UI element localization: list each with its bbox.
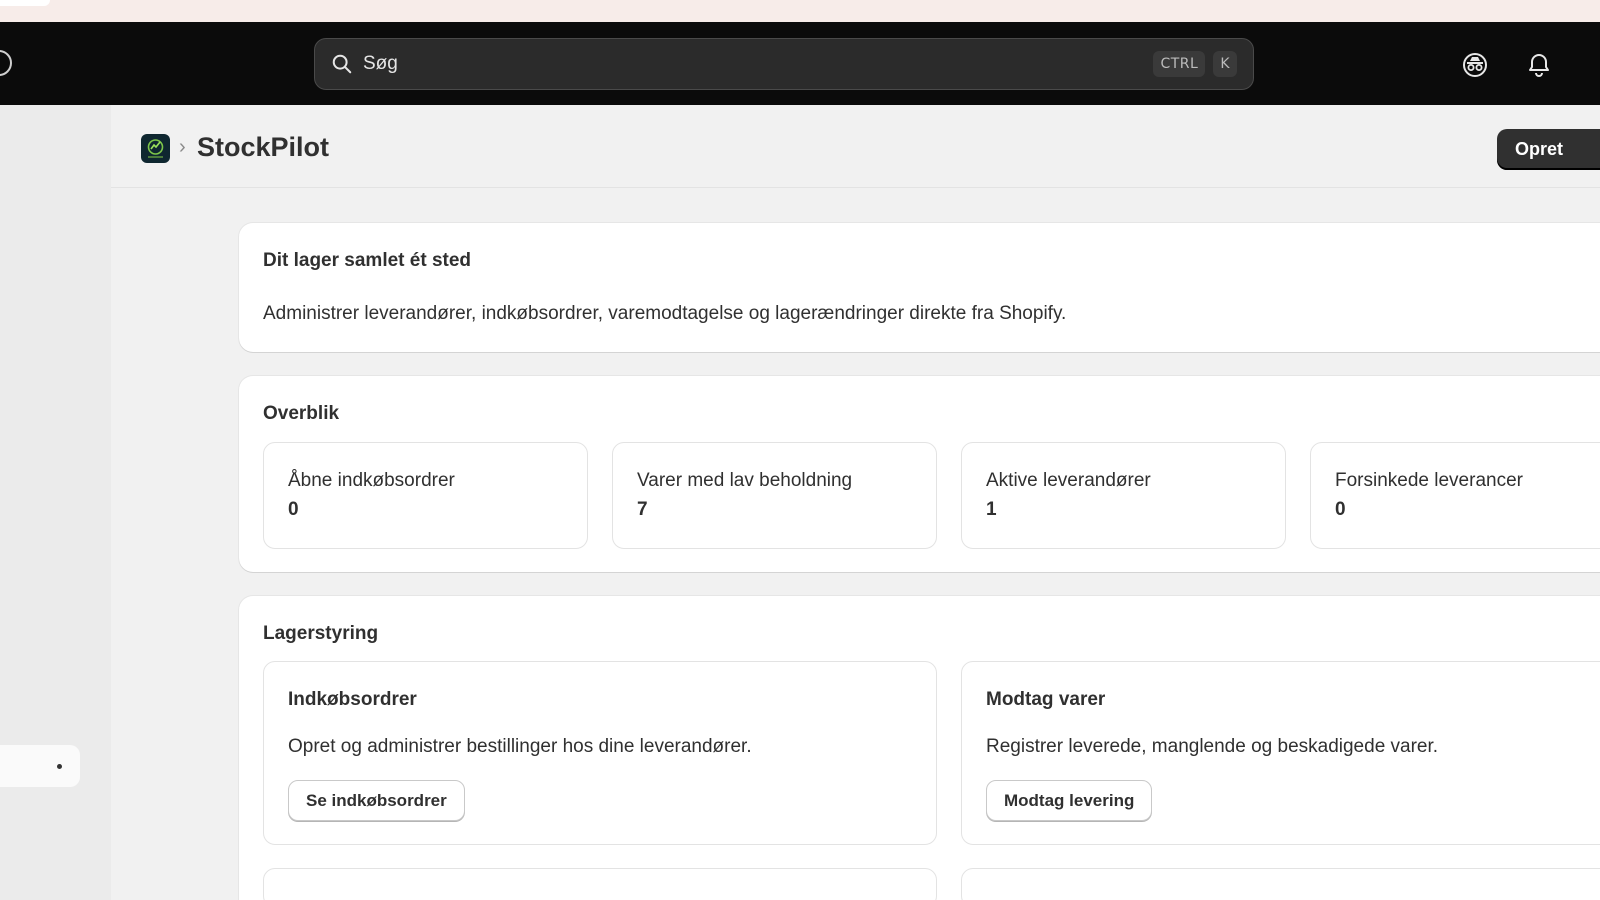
sidebar-item[interactable]	[0, 745, 80, 787]
search-bar[interactable]: CTRL K	[314, 38, 1254, 90]
shortcut-key-k: K	[1213, 51, 1237, 77]
view-purchase-orders-button[interactable]: Se indkøbsordrer	[288, 780, 465, 821]
bell-icon[interactable]	[1526, 52, 1552, 78]
intro-text: Administrer leverandører, indkøbsordrer,…	[263, 303, 1067, 324]
receive-delivery-button[interactable]: Modtag levering	[986, 780, 1153, 821]
create-button[interactable]: Opret	[1497, 129, 1600, 170]
feature-description: Registrer leverede, manglende og beskadi…	[986, 736, 1439, 757]
page-header: › StockPilot Opret	[111, 105, 1600, 188]
breadcrumb-separator: ›	[179, 136, 186, 158]
stat-label: Varer med lav beholdning	[637, 470, 853, 491]
intro-card: Dit lager samlet ét sted Administrer lev…	[239, 223, 1600, 352]
page-title: StockPilot	[197, 132, 330, 162]
inventory-heading: Lagerstyring	[263, 623, 379, 644]
shortcut-key-ctrl: CTRL	[1153, 51, 1206, 77]
stat-value: 7	[637, 499, 648, 520]
feature-title: Indkøbsordrer	[288, 689, 417, 710]
stat-value: 0	[1335, 499, 1346, 520]
stat-delayed-deliveries[interactable]: Forsinkede leverancer 0	[1310, 442, 1600, 549]
overview-heading: Overblik	[263, 403, 340, 424]
stat-active-suppliers[interactable]: Aktive leverandører 1	[961, 442, 1286, 549]
inventory-card: Lagerstyring Indkøbsordrer Opret og admi…	[239, 596, 1600, 900]
store-logo-icon[interactable]	[0, 50, 12, 76]
stat-label: Åbne indkøbsordrer	[288, 470, 455, 491]
stat-low-stock-items[interactable]: Varer med lav beholdning 7	[612, 442, 937, 549]
feature-description: Opret og administrer bestillinger hos di…	[288, 736, 752, 757]
incognito-icon[interactable]	[1462, 52, 1488, 78]
browser-strip	[0, 0, 1600, 22]
search-icon	[332, 54, 352, 74]
overview-card: Overblik Åbne indkøbsordrer 0 Varer med …	[239, 376, 1600, 572]
feature-card-partial	[961, 868, 1600, 900]
stat-open-purchase-orders[interactable]: Åbne indkøbsordrer 0	[263, 442, 588, 549]
stat-value: 0	[288, 499, 299, 520]
app-logo	[141, 134, 170, 163]
admin-topbar: CTRL K	[0, 22, 1600, 105]
browser-tab-edge	[0, 0, 50, 6]
feature-purchase-orders: Indkøbsordrer Opret og administrer besti…	[263, 661, 937, 845]
dot-icon	[57, 764, 62, 769]
feature-card-partial	[263, 868, 937, 900]
stat-label: Aktive leverandører	[986, 470, 1151, 491]
stat-value: 1	[986, 499, 997, 520]
intro-heading: Dit lager samlet ét sted	[263, 250, 472, 271]
stat-label: Forsinkede leverancer	[1335, 470, 1523, 491]
search-input[interactable]	[363, 53, 1146, 75]
feature-title: Modtag varer	[986, 689, 1106, 710]
feature-receive-goods: Modtag varer Registrer leverede, manglen…	[961, 661, 1600, 845]
